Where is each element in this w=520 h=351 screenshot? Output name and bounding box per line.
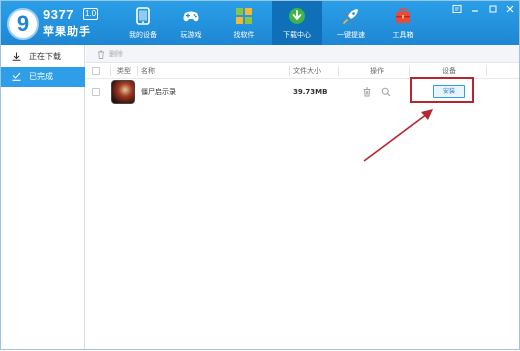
nav-label: 找软件 [233,31,255,39]
column-header-name: 名称 [141,67,155,75]
sidebar-item-label: 正在下载 [29,52,61,61]
file-size: 39.73MB [293,88,328,96]
nav-label: 工具箱 [392,31,414,39]
select-all-checkbox[interactable] [92,67,100,75]
delete-label: 删除 [109,50,123,58]
restore-icon[interactable] [487,4,499,14]
brand-name: 苹果助手 [43,25,91,38]
app-icon [111,80,135,104]
sidebar-item-downloading[interactable]: 正在下载 [1,47,85,67]
settings-icon[interactable] [451,4,463,14]
version-badge: 1.0 [83,8,99,20]
delete-button[interactable]: 删除 [97,47,123,61]
column-header-type: 类型 [117,67,131,75]
tablet-icon [136,7,150,25]
checkmark-tray-icon [12,72,21,81]
logo-swirl-icon: 9 [7,8,39,40]
trash-icon[interactable] [362,87,372,97]
toolbar: 删除 [86,45,519,63]
logo-glyph: 9 [16,11,30,36]
row-checkbox[interactable] [92,88,100,96]
nav-label: 我的设备 [129,31,157,39]
nav-play-games[interactable]: 玩游戏 [166,1,216,45]
gamepad-icon [183,11,199,22]
magnifier-icon[interactable] [381,87,391,97]
column-header-size: 文件大小 [293,67,321,75]
install-button[interactable]: 安装 [433,85,465,98]
nav-label: 下载中心 [283,31,311,39]
nav-speed-up[interactable]: 一键提速 [326,1,376,45]
column-divider [409,66,410,76]
trash-icon [98,50,104,59]
close-icon[interactable] [504,4,516,14]
column-header-action: 操作 [370,67,384,75]
download-icon [289,8,305,24]
nav-toolbox[interactable]: 工具箱 [378,1,428,45]
app-window: 9 9377 1.0 苹果助手 我的设备 玩游戏 找软件 下载中心 一键提速 工… [0,0,520,350]
minimize-icon[interactable] [469,4,481,14]
nav-label: 一键提速 [337,31,365,39]
nav-find-software[interactable]: 找软件 [219,1,269,45]
nav-my-device[interactable]: 我的设备 [118,1,168,45]
apps-grid-icon [236,8,252,24]
nav-label: 玩游戏 [180,31,202,39]
column-divider [110,66,111,76]
nav-download-center[interactable]: 下载中心 [272,1,322,45]
top-bar: 9 9377 1.0 苹果助手 我的设备 玩游戏 找软件 下载中心 一键提速 工… [1,1,519,45]
app-name: 僵尸启示录 [141,88,176,96]
rocket-icon [343,9,358,24]
column-divider [289,66,290,76]
column-divider [338,66,339,76]
brand-number: 9377 [43,7,74,22]
sidebar-item-completed[interactable]: 已完成 [1,67,85,87]
sidebar-item-label: 已完成 [29,72,53,81]
column-divider [486,66,487,76]
toolbox-icon [396,8,410,23]
download-arrow-icon [12,52,21,61]
column-divider [137,66,138,76]
sidebar: 正在下载 已完成 [1,45,85,349]
